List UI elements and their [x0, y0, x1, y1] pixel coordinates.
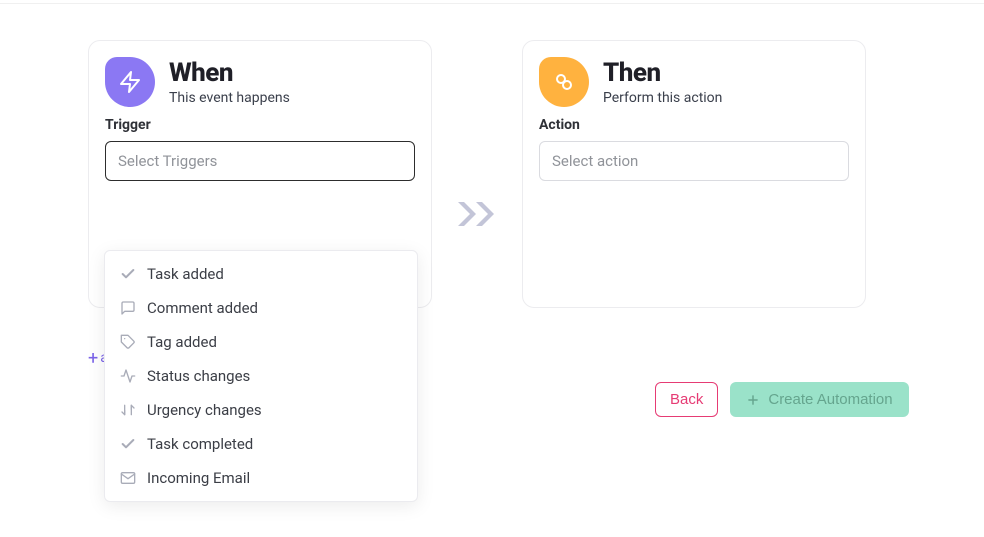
- trigger-dropdown: Task added Comment added Tag added Statu…: [104, 250, 418, 502]
- trigger-select[interactable]: Select Triggers: [105, 141, 415, 181]
- trigger-label: Trigger: [105, 117, 415, 133]
- option-label: Incoming Email: [147, 469, 250, 487]
- create-automation-button[interactable]: Create Automation: [730, 382, 908, 417]
- then-subtitle: Perform this action: [603, 90, 722, 106]
- when-title: When: [169, 58, 290, 88]
- option-tag-added[interactable]: Tag added: [105, 325, 417, 359]
- check-icon: [119, 265, 137, 283]
- option-incoming-email[interactable]: Incoming Email: [105, 461, 417, 495]
- activity-icon: [119, 367, 137, 385]
- option-task-added[interactable]: Task added: [105, 257, 417, 291]
- option-comment-added[interactable]: Comment added: [105, 291, 417, 325]
- then-card: Then Perform this action Action Select a…: [522, 40, 866, 308]
- option-label: Status changes: [147, 367, 250, 385]
- back-button[interactable]: Back: [655, 382, 718, 417]
- swap-icon: [119, 401, 137, 419]
- check-icon: [119, 435, 137, 453]
- plus-icon: +: [88, 348, 98, 369]
- option-label: Tag added: [147, 333, 217, 351]
- tag-icon: [119, 333, 137, 351]
- link-icon: [539, 57, 589, 107]
- option-label: Task completed: [147, 435, 253, 453]
- arrow-icon: [456, 200, 498, 232]
- action-label: Action: [539, 117, 849, 133]
- option-urgency-changes[interactable]: Urgency changes: [105, 393, 417, 427]
- action-select[interactable]: Select action: [539, 141, 849, 181]
- footer-buttons: Back Create Automation: [655, 382, 909, 417]
- create-button-label: Create Automation: [768, 391, 892, 408]
- trigger-placeholder: Select Triggers: [118, 152, 217, 170]
- then-title: Then: [603, 58, 722, 88]
- option-task-completed[interactable]: Task completed: [105, 427, 417, 461]
- option-label: Comment added: [147, 299, 258, 317]
- action-placeholder: Select action: [552, 152, 638, 170]
- automation-builder: When This event happens Trigger Select T…: [0, 4, 984, 308]
- mail-icon: [119, 469, 137, 487]
- when-card-header: When This event happens: [105, 57, 415, 107]
- option-status-changes[interactable]: Status changes: [105, 359, 417, 393]
- when-subtitle: This event happens: [169, 90, 290, 106]
- comment-icon: [119, 299, 137, 317]
- when-title-block: When This event happens: [169, 58, 290, 106]
- back-button-label: Back: [670, 391, 703, 408]
- plus-icon: [746, 393, 760, 407]
- then-card-header: Then Perform this action: [539, 57, 849, 107]
- option-label: Task added: [147, 265, 224, 283]
- bolt-icon: [105, 57, 155, 107]
- then-title-block: Then Perform this action: [603, 58, 722, 106]
- option-label: Urgency changes: [147, 401, 262, 419]
